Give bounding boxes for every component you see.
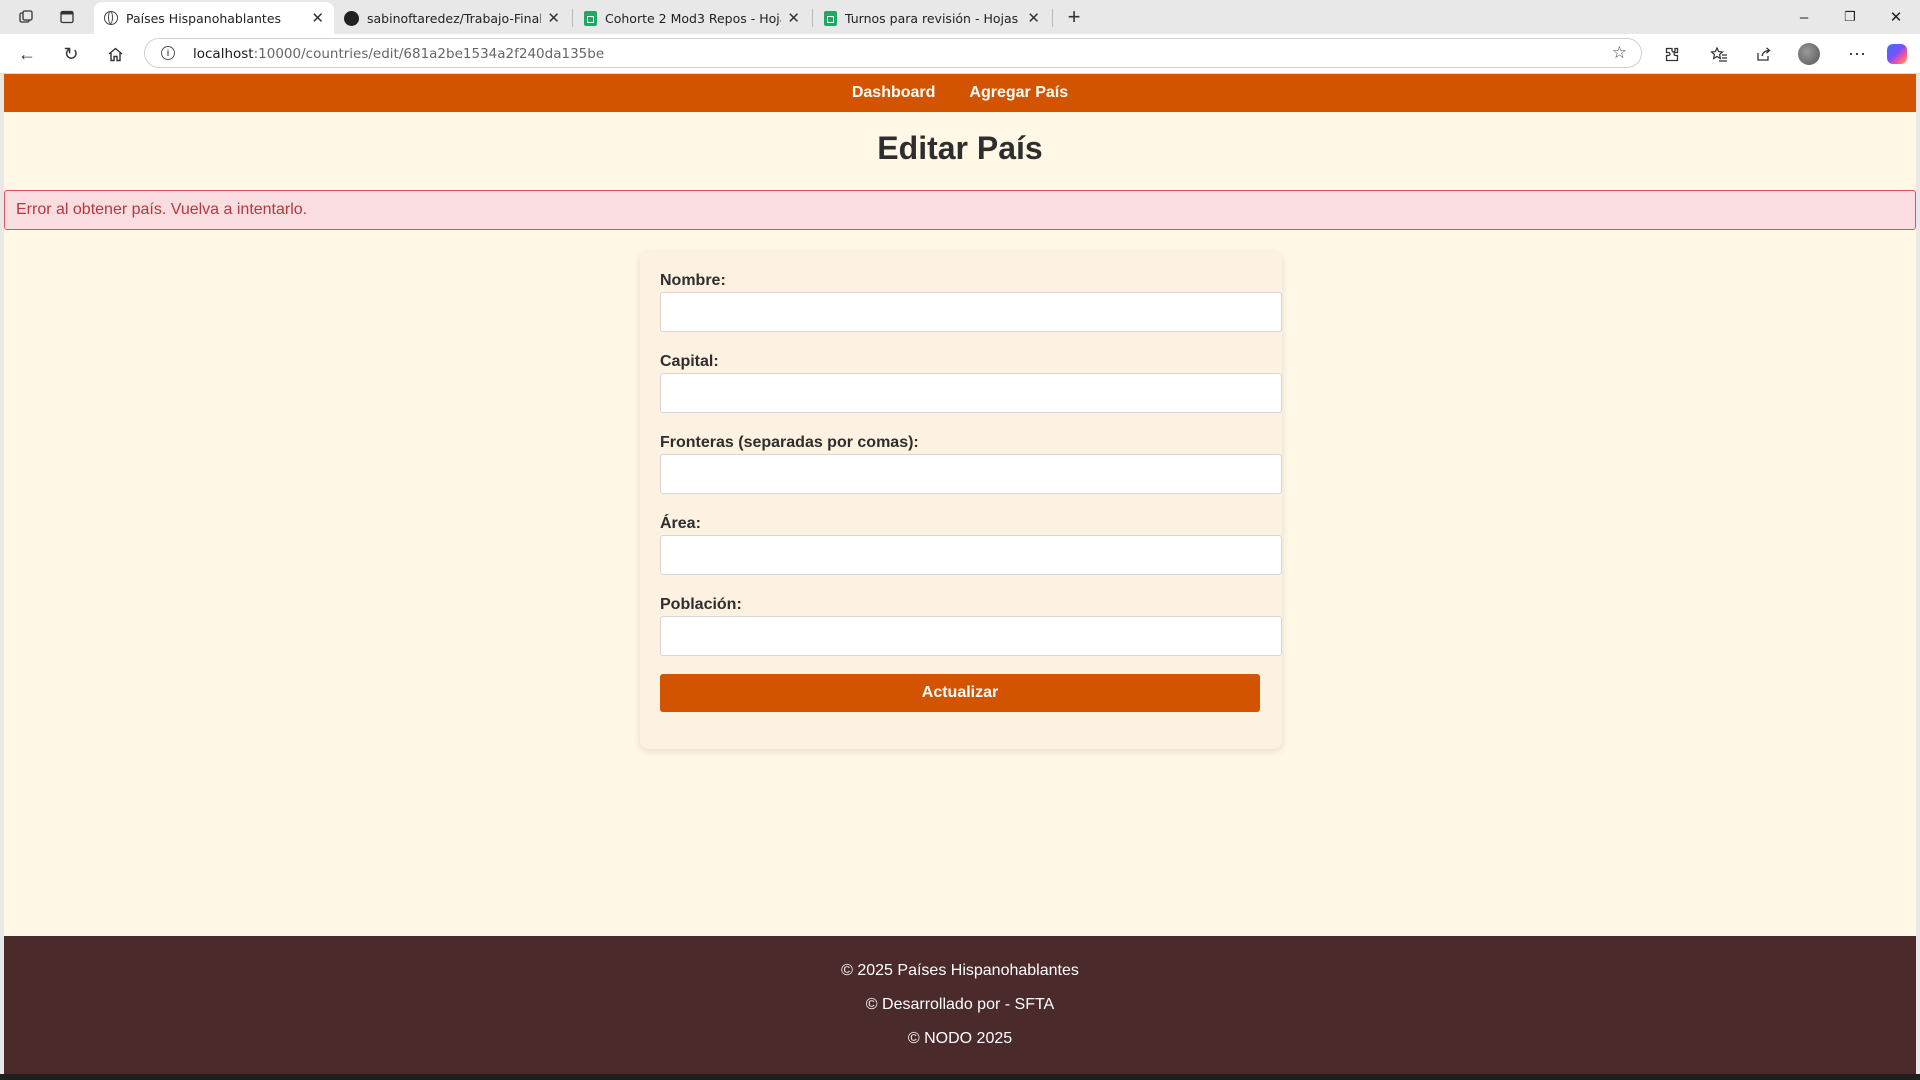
area-input[interactable] (660, 535, 1282, 575)
capital-input[interactable] (660, 373, 1282, 413)
browser-tab-bar: Países Hispanohablantes ✕ sabinoftaredez… (0, 0, 1920, 34)
error-alert: Error al obtener país. Vuelva a intentar… (4, 190, 1916, 230)
copilot-icon[interactable] (1884, 42, 1910, 66)
page-viewport: Dashboard Agregar País Editar País Error… (4, 74, 1916, 1074)
nav-add-country-link[interactable]: Agregar País (969, 84, 1068, 102)
tab-separator (812, 9, 813, 27)
restore-button[interactable]: ❐ (1830, 4, 1870, 30)
favorites-icon[interactable] (1706, 42, 1732, 66)
workspaces-icon[interactable] (14, 6, 38, 28)
close-tab-icon[interactable]: ✕ (311, 9, 324, 27)
tab-paises-hispanohablantes[interactable]: Países Hispanohablantes ✕ (94, 2, 334, 34)
window-border-right (1916, 74, 1920, 1074)
github-icon (344, 10, 359, 26)
site-info-icon[interactable]: i (161, 46, 175, 60)
tab-title: sabinoftaredez/Trabajo-Final: Pre (367, 10, 542, 26)
new-tab-button[interactable]: + (1062, 4, 1086, 29)
capital-label: Capital: (660, 353, 719, 370)
tab-separator (1052, 9, 1053, 27)
url-text[interactable]: localhost:10000/countries/edit/681a2be15… (193, 46, 604, 62)
tab-cohorte-sheet[interactable]: Cohorte 2 Mod3 Repos - Hojas de ✕ (574, 2, 810, 34)
address-toolbar: ← ↻ i localhost:10000/countries/edit/681… (0, 34, 1920, 74)
share-icon[interactable] (1750, 42, 1776, 66)
population-label: Población: (660, 596, 742, 613)
nav-dashboard-link[interactable]: Dashboard (852, 84, 936, 102)
tab-title: Cohorte 2 Mod3 Repos - Hojas de (605, 10, 781, 26)
error-message: Error al obtener país. Vuelva a intentar… (16, 201, 308, 218)
close-tab-icon[interactable]: ✕ (1027, 9, 1040, 27)
back-icon[interactable]: ← (14, 42, 40, 66)
sheets-icon (824, 10, 837, 26)
url-path: :10000/countries/edit/681a2be1534a2f240d… (253, 46, 605, 62)
borders-input[interactable] (660, 454, 1282, 494)
url-host: localhost (193, 46, 254, 62)
profile-avatar[interactable] (1796, 42, 1822, 66)
sheets-icon (584, 10, 597, 26)
borders-label: Fronteras (separadas por comas): (660, 434, 919, 451)
vertical-tabs-icon[interactable] (55, 6, 79, 28)
close-window-button[interactable]: ✕ (1876, 4, 1916, 30)
more-options-icon[interactable]: ⋯ (1844, 42, 1870, 66)
footer-copyright: © 2025 Países Hispanohablantes (841, 962, 1079, 979)
window-border-bottom (0, 1074, 1920, 1080)
extensions-icon[interactable] (1658, 42, 1684, 66)
tab-turnos-sheet[interactable]: Turnos para revisión - Hojas de c ✕ (814, 2, 1050, 34)
tab-title: Países Hispanohablantes (126, 10, 282, 26)
area-label: Área: (660, 515, 701, 532)
edit-country-form: Nombre: Capital: Fronteras (separadas po… (640, 252, 1282, 749)
page-footer: © 2025 Países Hispanohablantes © Desarro… (4, 936, 1916, 1074)
name-label: Nombre: (660, 272, 726, 289)
tab-separator (572, 9, 573, 27)
page-title: Editar País (877, 130, 1043, 166)
close-tab-icon[interactable]: ✕ (787, 9, 800, 27)
tab-title: Turnos para revisión - Hojas de c (845, 10, 1021, 26)
tab-github-repo[interactable]: sabinoftaredez/Trabajo-Final: Pre ✕ (334, 2, 570, 34)
name-input[interactable] (660, 292, 1282, 332)
home-icon[interactable] (102, 42, 128, 66)
population-input[interactable] (660, 616, 1282, 656)
update-button[interactable]: Actualizar (660, 674, 1260, 712)
footer-developer: © Desarrollado por - SFTA (865, 996, 1055, 1013)
top-navigation: Dashboard Agregar País (4, 74, 1916, 112)
address-bar[interactable]: i localhost:10000/countries/edit/681a2be… (144, 38, 1642, 68)
footer-nodo: © NODO 2025 (907, 1030, 1013, 1047)
close-tab-icon[interactable]: ✕ (547, 9, 560, 27)
minimize-button[interactable]: – (1784, 4, 1824, 30)
favorite-star-icon[interactable]: ☆ (1612, 43, 1627, 63)
globe-icon (104, 11, 118, 25)
refresh-icon[interactable]: ↻ (58, 42, 84, 66)
